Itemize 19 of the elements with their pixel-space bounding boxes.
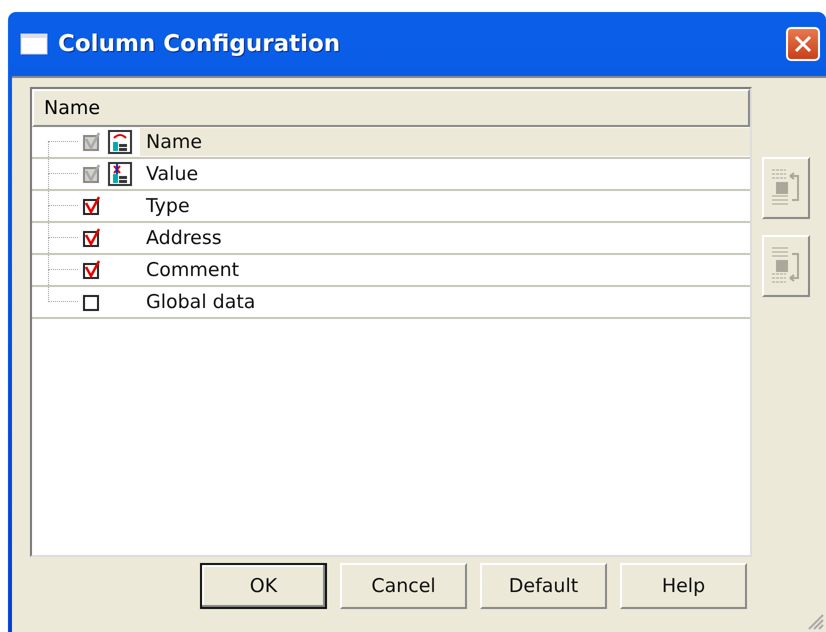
column-name[interactable]: Global data — [140, 288, 262, 316]
checkbox[interactable] — [82, 260, 102, 280]
column-icon — [108, 162, 132, 186]
checkbox[interactable] — [82, 196, 102, 216]
dialog-button[interactable]: Help — [620, 563, 747, 609]
column-header[interactable]: Name — [32, 89, 750, 127]
dialog-button[interactable]: Cancel — [340, 563, 467, 609]
window-icon — [20, 33, 48, 55]
column-name[interactable]: Type — [140, 192, 196, 220]
dialog-button[interactable]: OK — [200, 563, 327, 609]
checkbox[interactable] — [82, 228, 102, 248]
column-name[interactable]: Address — [140, 224, 228, 252]
column-icon — [108, 130, 132, 154]
close-icon — [793, 34, 813, 54]
dialog-button[interactable]: Default — [480, 563, 607, 609]
window-title: Column Configuration — [58, 31, 342, 57]
checkbox[interactable] — [82, 292, 102, 312]
column-name[interactable]: Comment — [140, 256, 246, 284]
close-button[interactable] — [786, 27, 820, 61]
